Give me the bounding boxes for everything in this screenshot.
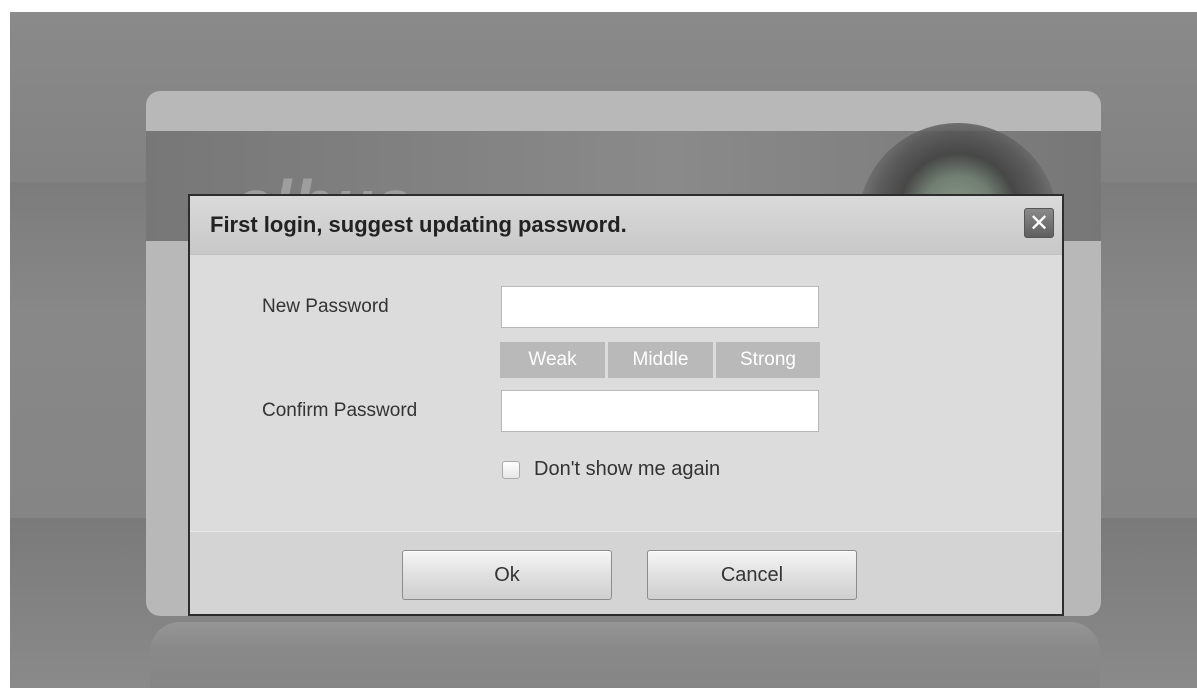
close-button[interactable]: ✕ bbox=[1024, 208, 1054, 238]
new-password-input[interactable] bbox=[501, 286, 819, 328]
dont-show-again-label: Don't show me again bbox=[534, 458, 721, 480]
dialog-footer: Ok Cancel bbox=[190, 531, 1062, 614]
strength-strong: Strong bbox=[716, 342, 820, 378]
dont-show-again-checkbox[interactable] bbox=[502, 460, 520, 479]
new-password-label: New Password bbox=[262, 296, 389, 317]
strength-weak: Weak bbox=[500, 342, 605, 378]
dialog-header: First login, suggest updating password. … bbox=[190, 196, 1062, 255]
cancel-button[interactable]: Cancel bbox=[647, 550, 857, 600]
dont-show-again-row[interactable]: Don't show me again bbox=[502, 458, 720, 481]
dialog-title: First login, suggest updating password. bbox=[210, 212, 627, 237]
close-icon: ✕ bbox=[1028, 210, 1050, 237]
password-strength-meter: Weak Middle Strong bbox=[500, 342, 820, 378]
strength-middle: Middle bbox=[608, 342, 713, 378]
confirm-password-input[interactable] bbox=[501, 390, 819, 432]
update-password-dialog: First login, suggest updating password. … bbox=[188, 194, 1064, 616]
background-reflection bbox=[150, 622, 1100, 688]
confirm-password-label: Confirm Password bbox=[262, 400, 418, 421]
ok-button[interactable]: Ok bbox=[402, 550, 612, 600]
